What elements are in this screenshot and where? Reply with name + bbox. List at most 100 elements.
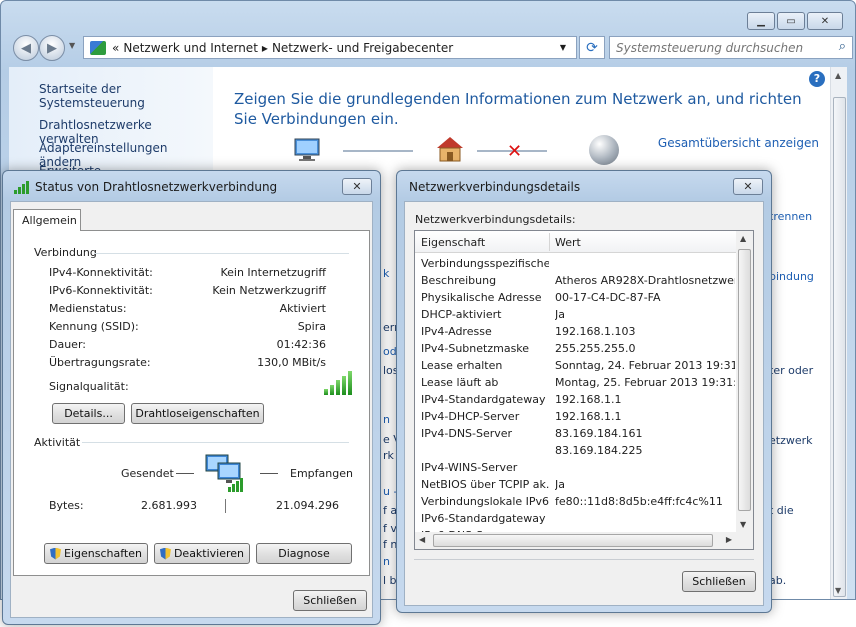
- column-header-property[interactable]: Eigenschaft: [421, 236, 485, 249]
- breadcrumb-network-internet[interactable]: Netzwerk und Internet: [123, 41, 258, 55]
- table-row[interactable]: IPv4-Adresse 192.168.1.103: [415, 325, 736, 342]
- search-box[interactable]: ⌕: [609, 36, 853, 59]
- divider: [414, 559, 754, 560]
- table-row[interactable]: IPv4-Standardgateway 192.168.1.1: [415, 393, 736, 410]
- property-cell: DHCP-aktiviert: [421, 308, 502, 321]
- search-icon[interactable]: ⌕: [839, 39, 846, 54]
- scroll-down-icon[interactable]: ▼: [835, 586, 841, 595]
- deactivate-button[interactable]: Deaktivieren: [154, 543, 250, 564]
- details-listview[interactable]: Eigenschaft Wert Verbindungsspezifisches…: [414, 230, 754, 550]
- search-input[interactable]: [614, 37, 824, 58]
- home-network-icon[interactable]: [435, 135, 465, 163]
- property-cell: NetBIOS über TCPIP ak...: [421, 478, 549, 491]
- property-cell: IPv4-Adresse: [421, 325, 492, 338]
- table-row[interactable]: IPv4-WINS-Server: [415, 461, 736, 478]
- sent-label: Gesendet: [121, 467, 174, 480]
- property-cell: Verbindungslokale IPv6-...: [421, 495, 549, 508]
- uac-shield-icon: [159, 547, 171, 560]
- table-row[interactable]: Verbindungsspezifisches...: [415, 257, 736, 274]
- details-dialog-close-button[interactable]: ✕: [733, 178, 763, 195]
- property-cell: IPv4-DHCP-Server: [421, 410, 520, 423]
- maximize-button[interactable]: ▭: [777, 12, 805, 30]
- group-title-activity: Aktivität: [34, 436, 81, 449]
- transfer-rate-label: Übertragungsrate:: [49, 356, 151, 369]
- table-row[interactable]: Physikalische Adresse 00-17-C4-DC-87-FA: [415, 291, 736, 308]
- minimize-button[interactable]: ▁: [747, 12, 775, 30]
- property-cell: Lease erhalten: [421, 359, 503, 372]
- listview-horizontal-scrollbar[interactable]: ◀ ▶: [415, 532, 736, 549]
- property-cell: IPv4-DNS-Server: [421, 427, 513, 440]
- scroll-right-icon[interactable]: ▶: [726, 535, 732, 544]
- internet-globe-icon[interactable]: [589, 135, 619, 165]
- property-cell: IPv4-WINS-Server: [421, 461, 518, 474]
- table-row[interactable]: Beschreibung Atheros AR928X-Drahtlosnetzw…: [415, 274, 736, 291]
- status-close-button[interactable]: Schließen: [293, 590, 367, 611]
- scroll-up-icon[interactable]: ▲: [835, 71, 841, 80]
- table-row[interactable]: NetBIOS über TCPIP ak... Ja: [415, 478, 736, 495]
- value-cell: Atheros AR928X-Drahtlosnetzwerkada: [555, 274, 735, 287]
- duration-label: Dauer:: [49, 338, 86, 351]
- table-row[interactable]: Verbindungslokale IPv6-... fe80::11d8:8d5…: [415, 495, 736, 512]
- text-fragment[interactable]: od: [383, 345, 397, 358]
- diagnose-button[interactable]: Diagnose: [256, 543, 352, 564]
- connection-link[interactable]: bindung: [769, 270, 814, 283]
- full-map-link[interactable]: Gesamtübersicht anzeigen: [658, 136, 819, 150]
- group-divider: [94, 253, 349, 254]
- close-window-button[interactable]: ✕: [807, 12, 843, 30]
- status-dialog-close-button[interactable]: ✕: [342, 178, 372, 195]
- table-row[interactable]: 83.169.184.225: [415, 444, 736, 461]
- listview-vertical-scrollbar[interactable]: ▲ ▼: [736, 231, 753, 532]
- no-connection-icon[interactable]: ✕: [507, 141, 522, 162]
- details-button[interactable]: Details...: [52, 403, 125, 424]
- scrollbar-thumb[interactable]: [738, 249, 751, 511]
- table-row[interactable]: Lease läuft ab Montag, 25. Februar 2013 1…: [415, 376, 736, 393]
- text-fragment: etzwerk: [769, 434, 813, 447]
- back-button[interactable]: ◀: [13, 35, 39, 61]
- table-row[interactable]: DHCP-aktiviert Ja: [415, 308, 736, 325]
- details-close-button[interactable]: Schließen: [682, 571, 756, 592]
- text-fragment[interactable]: n: [383, 413, 390, 426]
- column-header-value[interactable]: Wert: [555, 236, 581, 249]
- recent-pages-dropdown-icon[interactable]: ▼: [69, 41, 75, 50]
- table-row[interactable]: Lease erhalten Sonntag, 24. Februar 2013 …: [415, 359, 736, 376]
- network-folder-icon: [90, 40, 106, 55]
- property-cell: Physikalische Adresse: [421, 291, 542, 304]
- property-cell: IPv4-Subnetzmaske: [421, 342, 530, 355]
- signal-bar: [330, 384, 334, 395]
- scroll-left-icon[interactable]: ◀: [419, 535, 425, 544]
- dialog-title: Status von Drahtlosnetzwerkverbindung: [13, 180, 277, 194]
- forward-button[interactable]: ▶: [39, 35, 65, 61]
- sidebar-link-control-panel-home[interactable]: Startseite der Systemsteuerung: [39, 82, 213, 110]
- tab-general[interactable]: Allgemein: [13, 209, 81, 231]
- table-row[interactable]: IPv4-DHCP-Server 192.168.1.1: [415, 410, 736, 427]
- transfer-rate-value: 130,0 MBit/s: [257, 356, 326, 369]
- text-fragment[interactable]: n: [383, 555, 390, 568]
- breadcrumb-network-center[interactable]: Netzwerk- und Freigabecenter: [272, 41, 453, 55]
- ipv6-connectivity-value: Kein Netzwerkzugriff: [212, 284, 326, 297]
- property-cell: Beschreibung: [421, 274, 497, 287]
- disconnect-link[interactable]: trennen: [769, 210, 812, 223]
- property-cell: IPv4-Standardgateway: [421, 393, 546, 406]
- properties-button[interactable]: Eigenschaften: [44, 543, 148, 564]
- text-fragment[interactable]: k: [383, 267, 389, 280]
- column-separator[interactable]: [549, 233, 550, 251]
- scroll-up-icon[interactable]: ▲: [740, 234, 746, 243]
- address-bar[interactable]: « Netzwerk und Internet ▸ Netzwerk- und …: [83, 36, 577, 59]
- help-icon[interactable]: ?: [809, 71, 825, 87]
- table-row[interactable]: IPv4-Subnetzmaske 255.255.255.0: [415, 342, 736, 359]
- text-fragment: t die: [769, 504, 794, 517]
- value-cell: fe80::11d8:8d5b:e4ff:fc4c%11: [555, 495, 723, 508]
- bytes-received-value: 21.094.296: [276, 499, 339, 512]
- scrollbar-thumb[interactable]: [433, 534, 713, 547]
- refresh-button[interactable]: ⟳: [579, 36, 605, 59]
- content-scrollbar[interactable]: ▲ ▼: [830, 67, 847, 599]
- computer-icon[interactable]: [293, 137, 325, 163]
- signal-bar: [336, 380, 340, 395]
- scroll-down-icon[interactable]: ▼: [740, 520, 746, 529]
- wireless-properties-button[interactable]: Drahtloseigenschaften: [131, 403, 264, 424]
- table-row[interactable]: IPv4-DNS-Server 83.169.184.161: [415, 427, 736, 444]
- value-cell: Ja: [555, 478, 565, 491]
- table-row[interactable]: IPv6-Standardgateway: [415, 512, 736, 529]
- address-dropdown-icon[interactable]: ▼: [560, 43, 566, 52]
- scrollbar-thumb[interactable]: [833, 97, 846, 597]
